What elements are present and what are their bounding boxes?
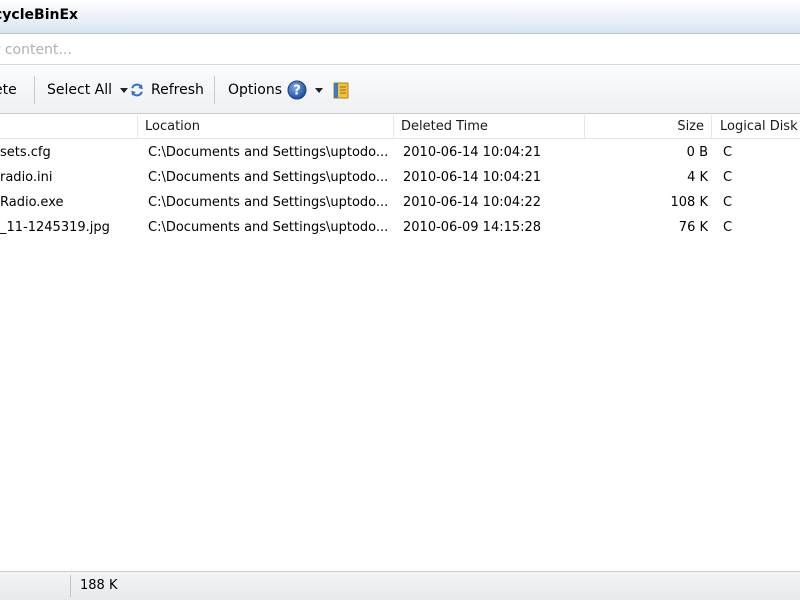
file-location: C:\Documents and Settings\uptodo... [148,220,388,235]
file-list: sets.cfg C:\Documents and Settings\uptod… [0,140,800,570]
notebook-icon [332,81,351,100]
file-size: 4 K [687,170,708,185]
select-all-label: Select All [47,82,112,98]
table-row[interactable]: _11-1245319.jpg C:\Documents and Setting… [0,215,800,240]
logical-disk: C [723,170,733,185]
notebook-button[interactable] [332,79,351,101]
chevron-down-icon[interactable] [315,87,323,93]
table-row[interactable]: Radio.exe C:\Documents and Settings\upto… [0,190,800,215]
status-bar: 188 K [0,571,800,600]
status-total-size: 188 K [80,578,118,593]
options-label: Options [228,82,283,98]
table-row[interactable]: radio.ini C:\Documents and Settings\upto… [0,165,800,190]
select-all-button[interactable]: Select All [47,79,128,101]
file-name: radio.ini [0,170,53,185]
column-header-logical-disk[interactable]: Logical Disk [712,115,800,139]
search-input[interactable] [0,38,796,61]
column-header-location[interactable]: Location [138,115,394,139]
refresh-button[interactable]: Refresh [129,79,204,101]
file-name: sets.cfg [0,145,51,160]
window-title: cycleBinEx [0,7,79,23]
refresh-icon [129,82,145,98]
search-bar [0,34,800,65]
file-location: C:\Documents and Settings\uptodo... [148,195,388,210]
deleted-time: 2010-06-14 10:04:21 [403,170,542,185]
file-location: C:\Documents and Settings\uptodo... [148,170,388,185]
logical-disk: C [723,145,733,160]
help-button[interactable]: ? [287,79,323,101]
logical-disk: C [723,220,733,235]
question-circle-icon: ? [287,80,307,100]
column-header-size[interactable]: Size [585,115,712,139]
deleted-time: 2010-06-09 14:15:28 [403,220,542,235]
svg-text:?: ? [293,84,301,99]
logical-disk: C [723,195,733,210]
status-divider [70,575,71,597]
file-size: 0 B [686,145,708,160]
column-header-name[interactable] [0,115,138,139]
column-header-deleted-time[interactable]: Deleted Time [394,115,585,139]
file-name: _11-1245319.jpg [0,220,110,235]
column-header: Location Deleted Time Size Logical Disk [0,115,800,139]
toolbar-separator [34,76,35,104]
options-button[interactable]: Options [228,79,282,101]
file-name: Radio.exe [0,195,64,210]
table-row[interactable]: sets.cfg C:\Documents and Settings\uptod… [0,140,800,165]
file-location: C:\Documents and Settings\uptodo... [148,145,388,160]
deleted-time: 2010-06-14 10:04:21 [403,145,542,160]
delete-button[interactable]: ete [0,79,17,101]
toolbar: ete Select All Refresh Options [0,66,800,114]
refresh-label: Refresh [151,82,204,98]
toolbar-separator [214,76,215,104]
file-size: 76 K [678,220,708,235]
file-size: 108 K [670,195,708,210]
title-bar: cycleBinEx [0,0,800,34]
delete-label: ete [0,82,17,98]
deleted-time: 2010-06-14 10:04:22 [403,195,542,210]
chevron-down-icon[interactable] [120,87,128,93]
